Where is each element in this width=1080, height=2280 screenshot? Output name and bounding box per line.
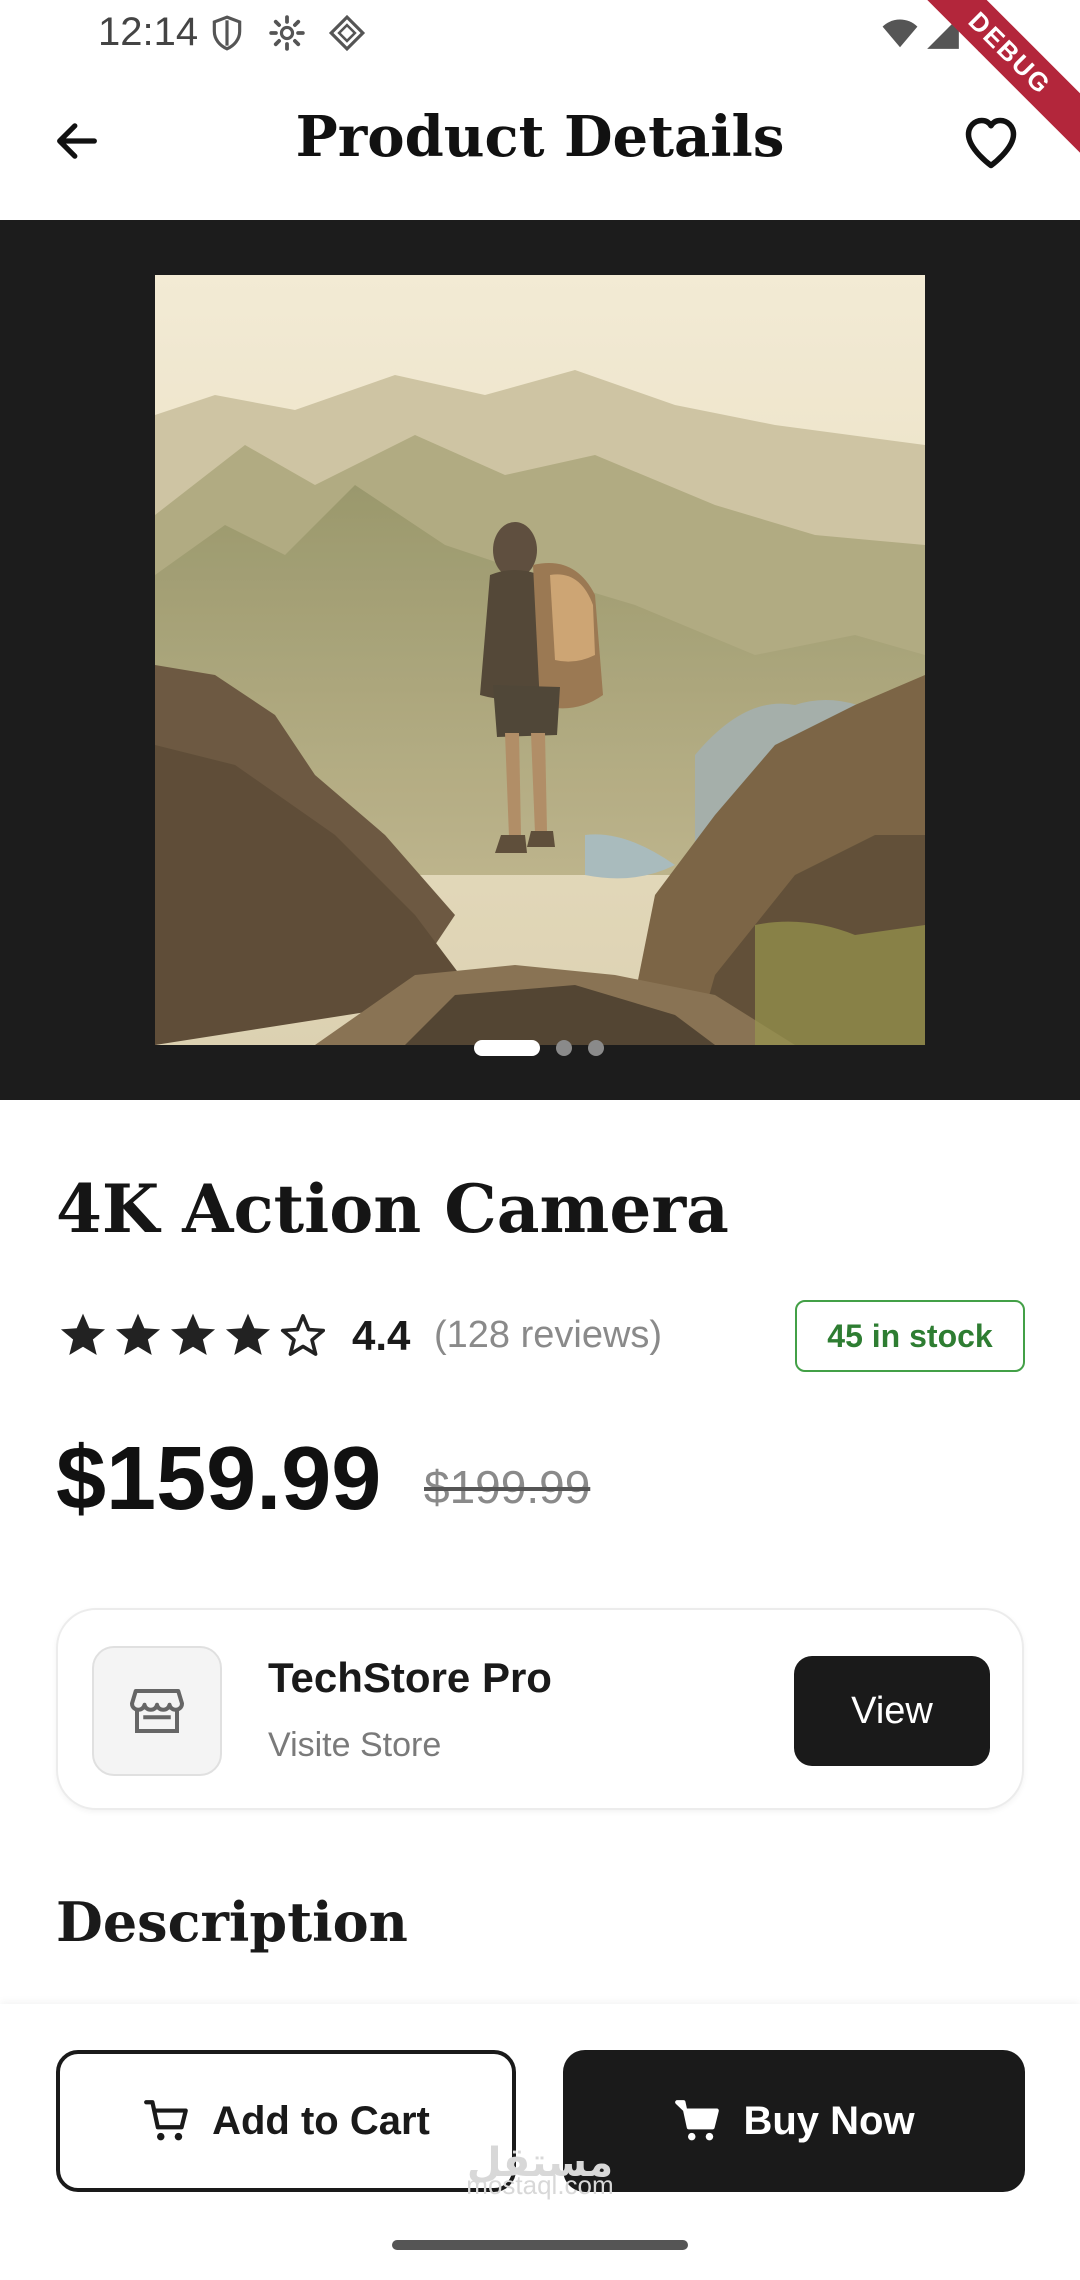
- buy-now-label: Buy Now: [743, 2098, 915, 2143]
- current-price: $159.99: [56, 1429, 382, 1529]
- original-price: $199.99: [424, 1461, 591, 1513]
- star-filled-icon: [60, 1313, 106, 1356]
- page-title: Product Details: [295, 104, 785, 170]
- debug-diamond-icon: [328, 14, 366, 52]
- favorite-button[interactable]: [952, 104, 1030, 182]
- settings-gear-icon: [268, 14, 306, 52]
- storefront-icon: [130, 1689, 184, 1733]
- app-bar: Product Details: [0, 74, 1080, 214]
- product-title: 4K Action Camera: [56, 1170, 729, 1248]
- status-time: 12:14: [98, 10, 199, 54]
- star-filled-icon: [170, 1313, 216, 1356]
- status-bar: 12:14 DEBUG: [0, 0, 1080, 160]
- watermark-text: mostaql.com: [466, 2170, 614, 2200]
- rating-stars: [56, 1308, 331, 1362]
- star-filled-icon: [115, 1313, 161, 1356]
- carousel-dot-active[interactable]: [474, 1040, 540, 1056]
- review-count[interactable]: (128 reviews): [434, 1314, 662, 1357]
- carousel-dot[interactable]: [588, 1040, 604, 1056]
- product-photo: [155, 275, 925, 1045]
- description-heading: Description: [56, 1890, 408, 1954]
- shopping-cart-icon: [675, 2100, 720, 2141]
- rating-value: 4.4: [352, 1312, 411, 1359]
- carousel-indicator: [0, 1040, 1080, 1056]
- store-name: TechStore Pro: [268, 1654, 552, 1701]
- star-outline-icon: [280, 1314, 326, 1356]
- product-image-carousel[interactable]: [0, 220, 1080, 1100]
- carousel-dot[interactable]: [556, 1040, 572, 1056]
- store-card[interactable]: TechStore Pro Visite Store View: [56, 1608, 1024, 1810]
- store-subtitle: Visite Store: [268, 1726, 442, 1764]
- view-store-button[interactable]: View: [794, 1656, 990, 1766]
- home-indicator[interactable]: [392, 2240, 688, 2250]
- shield-icon: [208, 14, 246, 52]
- star-filled-icon: [225, 1313, 271, 1356]
- wifi-icon: [880, 14, 918, 52]
- add-to-cart-label: Add to Cart: [212, 2098, 430, 2143]
- shopping-cart-icon: [144, 2100, 188, 2141]
- store-avatar: [92, 1646, 222, 1776]
- heart-outline-icon: [965, 117, 1017, 169]
- stock-badge: 45 in stock: [795, 1300, 1025, 1372]
- rating-row: 4.4 (128 reviews) 45 in stock: [56, 1300, 1036, 1372]
